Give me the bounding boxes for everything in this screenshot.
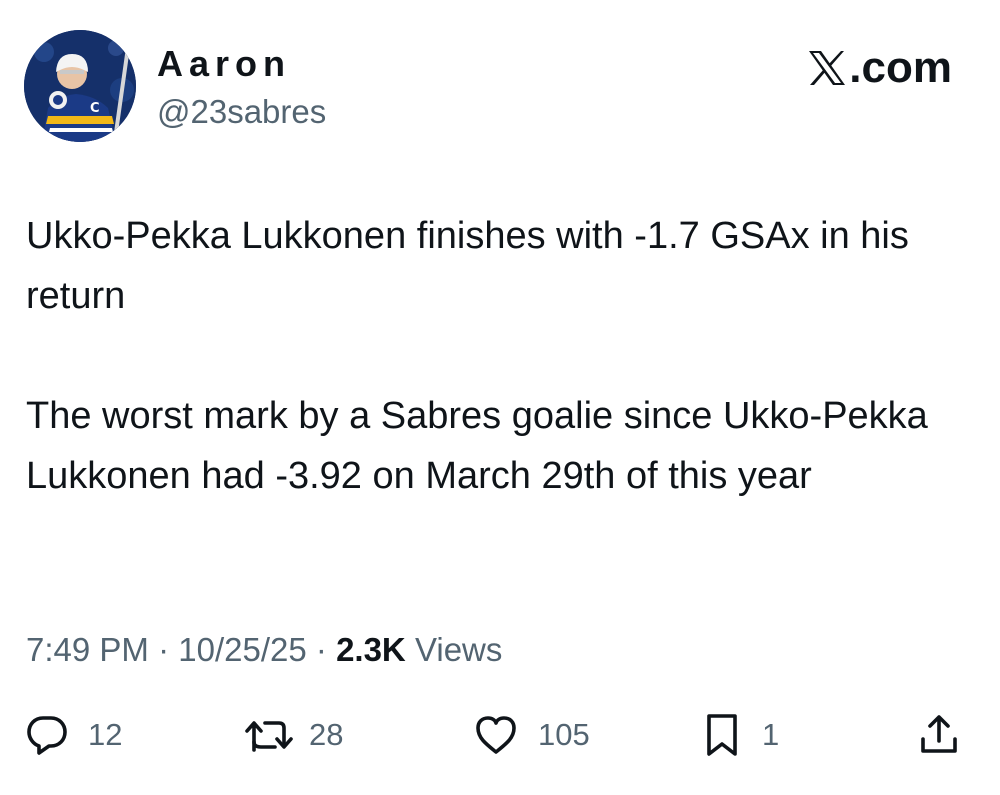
heart-icon: [472, 712, 520, 758]
share-button[interactable]: [916, 705, 962, 765]
avatar[interactable]: C: [24, 30, 136, 142]
tweet-text: Ukko-Pekka Lukkonen finishes with -1.7 G…: [26, 206, 976, 506]
repost-icon: [243, 712, 297, 758]
user-handle[interactable]: @23sabres: [157, 92, 326, 132]
repost-button[interactable]: 28: [243, 705, 343, 765]
tweet-paragraph: The worst mark by a Sabres goalie since …: [26, 395, 928, 497]
reply-button[interactable]: 12: [24, 705, 122, 765]
bookmark-button[interactable]: 1: [702, 705, 779, 765]
bookmark-icon: [702, 711, 742, 759]
views-count: 2.3K: [336, 631, 406, 668]
action-bar: 12 28 105 1: [0, 705, 1000, 765]
meta-separator: ·: [158, 631, 170, 668]
tweet-paragraph: Ukko-Pekka Lukkonen finishes with -1.7 G…: [26, 215, 909, 317]
like-count: 105: [538, 717, 590, 752]
repost-count: 28: [309, 717, 344, 752]
hockey-player-avatar: C: [24, 30, 136, 142]
share-icon: [916, 711, 962, 759]
brand-mark: .com: [807, 44, 952, 92]
bookmark-count: 1: [762, 717, 780, 752]
reply-count: 12: [88, 717, 123, 752]
views-label: Views: [414, 631, 503, 668]
x-logo-icon: [807, 49, 847, 87]
tweet-date[interactable]: 10/25/25: [178, 631, 306, 668]
tweet-time[interactable]: 7:49 PM: [26, 631, 149, 668]
tweet-meta: 7:49 PM · 10/25/25 · 2.3K Views: [26, 630, 502, 670]
meta-separator: ·: [315, 631, 327, 668]
like-button[interactable]: 105: [472, 705, 590, 765]
brand-label: .com: [849, 43, 952, 92]
display-name[interactable]: Aaron: [157, 44, 291, 84]
reply-icon: [24, 712, 70, 758]
svg-text:C: C: [90, 101, 100, 116]
